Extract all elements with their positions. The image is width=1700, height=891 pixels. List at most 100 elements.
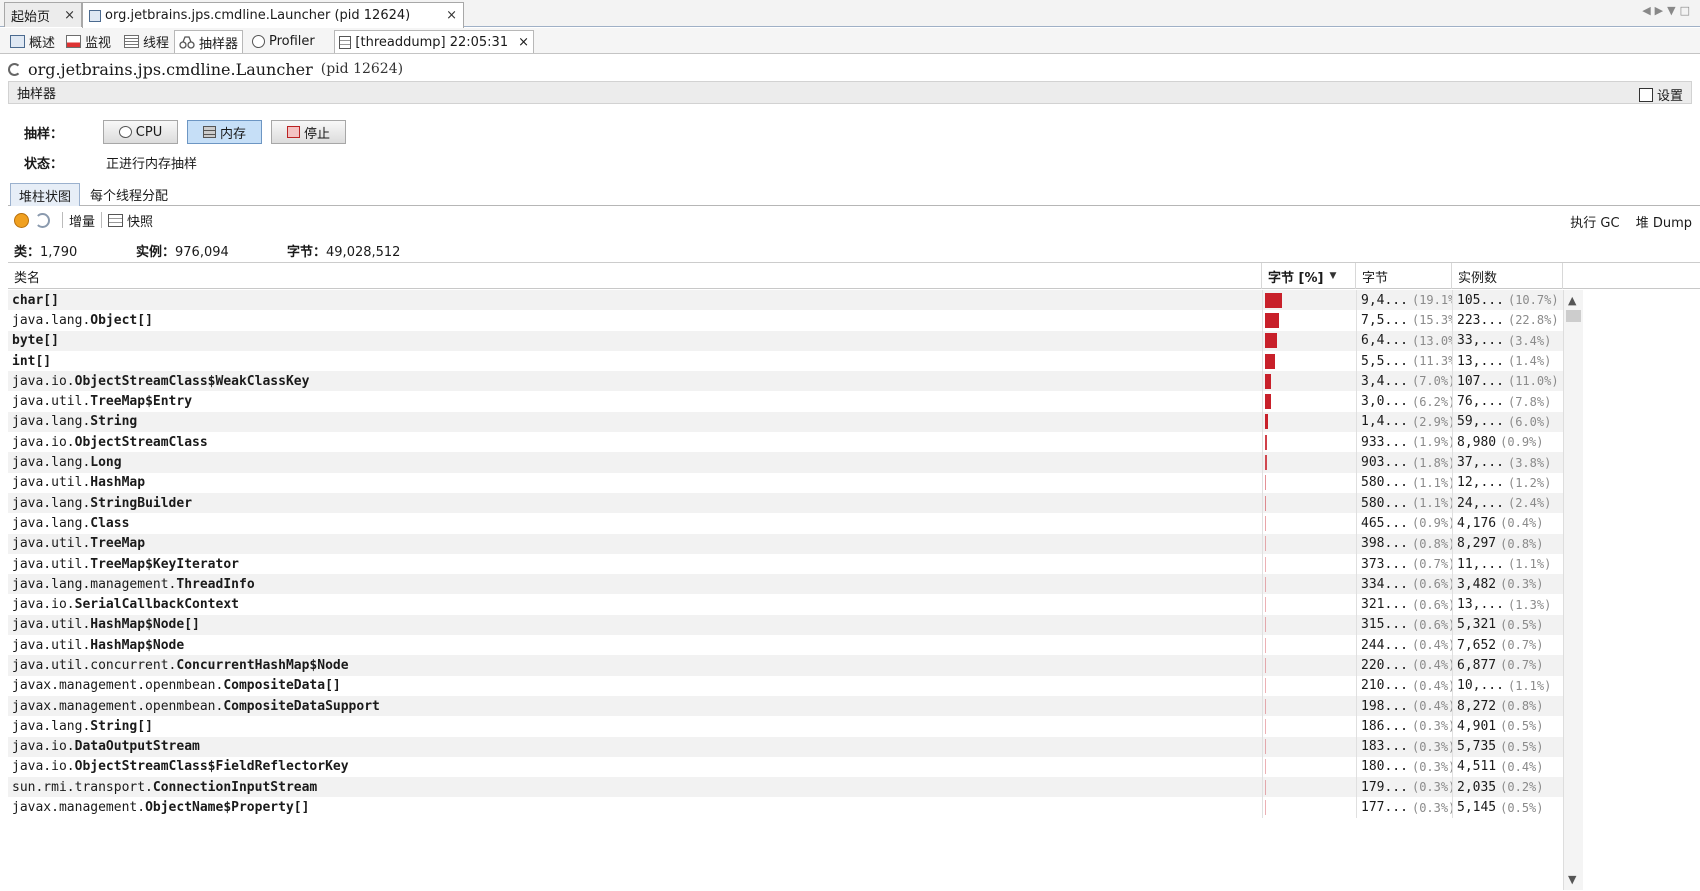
instances-percent: (6.0%) <box>1507 414 1552 429</box>
table-row[interactable]: javax.management.openmbean. CompositeData… <box>8 675 1563 696</box>
bytes-share-bar <box>1265 434 1267 450</box>
settings-toggle[interactable]: 设置 <box>1638 85 1683 104</box>
column-bytes-percent[interactable]: 字节 [%] ▼ <box>1262 263 1356 289</box>
close-icon[interactable]: × <box>446 8 457 23</box>
column-class-name[interactable]: 类名 <box>8 263 1262 289</box>
tab-launcher[interactable]: org.jetbrains.jps.cmdline.Launcher (pid … <box>82 2 464 28</box>
tab-per-thread-allocation[interactable]: 每个线程分配 <box>82 183 176 206</box>
column-instances[interactable]: 实例数 <box>1452 263 1563 289</box>
class-simple-name: TreeMap$Entry <box>90 394 193 410</box>
table-row[interactable]: javax.management. ObjectName$Property[] 17… <box>8 797 1563 818</box>
tab-overview[interactable]: 概述 <box>6 30 59 53</box>
table-row[interactable]: java.lang.management. ThreadInfo 334... (0.… <box>8 574 1563 595</box>
table-row[interactable]: java.io. ObjectStreamClass$FieldReflector… <box>8 756 1563 778</box>
close-icon[interactable]: × <box>518 35 529 50</box>
table-row[interactable]: byte[]6,4...(13.0%)33,...(3.4%) <box>8 330 1563 351</box>
class-name-cell: java.util. HashMap$Node[] <box>12 615 1260 635</box>
table-row[interactable]: java.io. ObjectStreamClass$WeakClassKey 3,… <box>8 371 1563 392</box>
table-row[interactable]: java.util. TreeMap$KeyIterator 373... (0.7%… <box>8 553 1563 575</box>
tab-sampler[interactable]: 抽样器 <box>174 30 244 53</box>
memory-button[interactable]: 内存 <box>187 120 262 144</box>
table-row[interactable]: java.util.concurrent. ConcurrentHashMap$N… <box>8 655 1563 676</box>
bytes-value: 244... <box>1361 637 1408 653</box>
bytes-bar-cell <box>1262 391 1356 412</box>
tab-profiler[interactable]: Profiler <box>248 30 319 53</box>
table-row[interactable]: java.util. TreeMap$Entry 3,0... (6.2%) 76,..… <box>8 391 1563 412</box>
bytes-percent: (13.0%) <box>1411 333 1452 348</box>
bytes-share-bar <box>1265 515 1266 531</box>
scroll-down-icon[interactable]: ▼ <box>1568 873 1576 886</box>
bytes-share-bar <box>1265 617 1266 633</box>
threaddump-icon <box>339 35 352 49</box>
view-tab-bar: 概述 监视 线程 抽样器 Profiler [threaddump] 22:05… <box>0 28 1700 54</box>
table-row[interactable]: java.lang. StringBuilder 580... (1.1%) 24,..… <box>8 492 1563 514</box>
bytes-value: 3,0... <box>1361 394 1408 410</box>
table-row[interactable]: java.io. DataOutputStream 183... (0.3%) 5,73… <box>8 736 1563 757</box>
sampler-icon <box>179 35 195 49</box>
table-row[interactable]: java.util. TreeMap 398... (0.8%) 8,297 (0.8%) <box>8 533 1563 554</box>
table-row[interactable]: java.util. HashMap$Node[] 315... (0.6%) 5,32… <box>8 614 1563 636</box>
tab-start-page[interactable]: 起始页 × <box>4 2 82 27</box>
instances-cell: 11,... (1.1%) <box>1452 553 1563 575</box>
bytes-bar-cell <box>1262 736 1356 757</box>
bytes-bar-cell <box>1262 614 1356 636</box>
bytes-cell: 373... (0.7%) <box>1356 553 1452 575</box>
stop-button[interactable]: 停止 <box>271 120 346 144</box>
stat-classes: 类：1,790 <box>14 245 78 260</box>
instances-percent: (0.2%) <box>1500 780 1544 795</box>
tab-label: 起始页 <box>11 9 51 25</box>
delta-button[interactable]: 增量 <box>69 211 95 230</box>
tab-label: 监视 <box>85 36 112 51</box>
bytes-cell: 580... (1.1%) <box>1356 472 1452 493</box>
close-icon[interactable]: × <box>64 8 75 23</box>
class-name-cell: java.util. TreeMap$Entry <box>12 391 1260 411</box>
tab-scroll-controls[interactable]: ◀▶▼□ <box>1642 4 1694 17</box>
tab-heap-histogram[interactable]: 堆柱状图 <box>10 183 81 206</box>
class-simple-name: TreeMap <box>90 536 146 552</box>
table-row[interactable]: java.lang. String 1,4... (2.9%) 59,... (6.0%) <box>8 411 1563 433</box>
heap-histogram-table: 类名 字节 [%]▼ 字节 实例数 char[]9,4...(19.1%)105… <box>8 262 1700 891</box>
cpu-button[interactable]: CPU <box>103 120 178 144</box>
table-row[interactable]: java.lang. Class 465... (0.9%) 4,176 (0.4%) <box>8 513 1563 534</box>
instances-value: 3,482 <box>1457 576 1497 592</box>
table-row[interactable]: java.util. HashMap 580... (1.1%) 12,... (1.2%… <box>8 472 1563 493</box>
table-row[interactable]: char[]9,4...(19.1%)105...(10.7%) <box>8 290 1563 311</box>
refresh-icon[interactable] <box>35 212 50 228</box>
table-row[interactable]: java.util. HashMap$Node 244... (0.4%) 7,652(… <box>8 635 1563 656</box>
bytes-bar-cell <box>1262 330 1356 351</box>
instances-cell: 4,176 (0.4%) <box>1452 513 1563 534</box>
tab-threaddump[interactable]: [threaddump] 22:05:31 × <box>334 30 534 53</box>
settings-checkbox[interactable] <box>1638 87 1653 102</box>
perform-gc-button[interactable]: 执行 GC <box>1570 216 1619 231</box>
table-row[interactable]: java.io. ObjectStreamClass 933... (1.9%) 8,9… <box>8 432 1563 453</box>
scroll-thumb[interactable] <box>1566 310 1581 322</box>
instances-value: 8,980 <box>1457 434 1497 450</box>
bytes-bar-cell <box>1262 371 1356 392</box>
table-row[interactable]: java.io. SerialCallbackContext 321... (0.6%… <box>8 594 1563 615</box>
sort-descending-icon: ▼ <box>1329 271 1337 281</box>
instances-value: 10,... <box>1457 678 1504 694</box>
instances-cell: 8,980 (0.9%) <box>1452 432 1563 453</box>
table-row[interactable]: int[]5,5...(11.3%)13,...(1.4%) <box>8 350 1563 372</box>
table-row[interactable]: javax.management.openmbean. CompositeData… <box>8 695 1563 717</box>
bytes-value: 198... <box>1361 698 1408 714</box>
package-name: java.lang. <box>12 455 91 471</box>
tab-monitor[interactable]: 监视 <box>62 30 115 53</box>
column-bytes[interactable]: 字节 <box>1356 263 1452 289</box>
class-simple-name: String <box>90 414 138 430</box>
instances-value: 33,... <box>1457 333 1504 349</box>
table-row[interactable]: java.lang.Object[]7,5...(15.3%)223...(22… <box>8 310 1563 331</box>
heap-dump-button[interactable]: 堆 Dump <box>1636 216 1692 231</box>
snapshot-button[interactable]: 快照 <box>127 211 153 230</box>
class-simple-name: ThreadInfo <box>176 576 255 592</box>
table-row[interactable]: java.lang. String[] 186... (0.3%) 4,901 (0.5%… <box>8 716 1563 737</box>
class-simple-name: TreeMap$KeyIterator <box>90 556 239 572</box>
vertical-scrollbar[interactable]: ▲ ▼ <box>1563 290 1583 890</box>
table-row[interactable]: sun.rmi.transport. ConnectionInputStream 1… <box>8 777 1563 798</box>
scroll-up-icon[interactable]: ▲ <box>1568 294 1576 307</box>
bytes-percent: (0.3%) <box>1411 759 1452 774</box>
pause-icon[interactable] <box>14 212 29 228</box>
table-row[interactable]: java.lang. Long 903... (1.8%) 37,... (3.8%) <box>8 452 1563 473</box>
tab-threads[interactable]: 线程 <box>120 30 173 53</box>
stop-icon <box>286 126 300 138</box>
